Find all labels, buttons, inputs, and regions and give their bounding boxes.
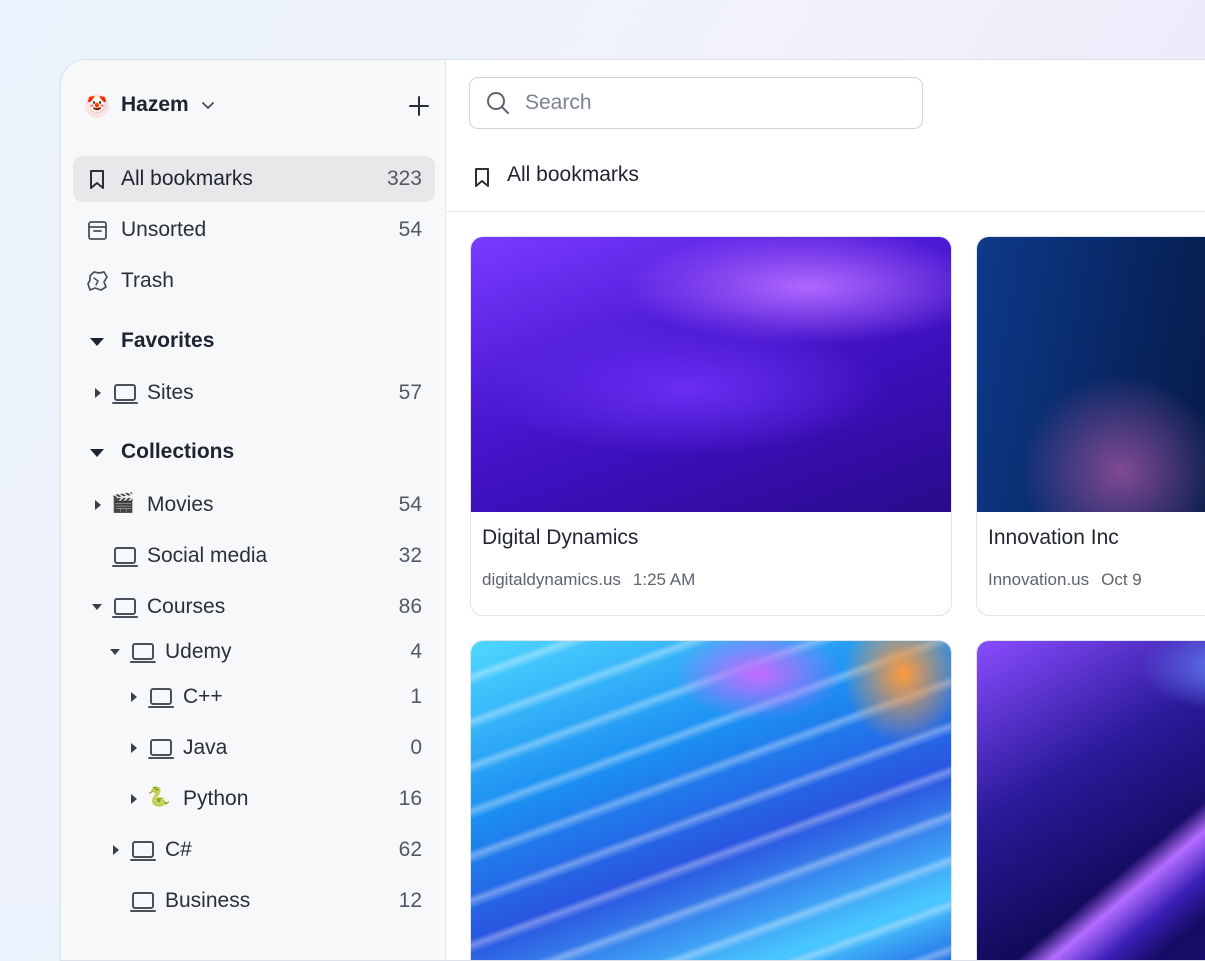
snake-icon: 🐍 (147, 787, 171, 808)
folder-icon (130, 643, 156, 663)
sidebar-item-label: C# (165, 838, 192, 861)
folder-icon (112, 547, 138, 567)
caret-down-icon (90, 338, 104, 346)
bookmark-card[interactable] (976, 640, 1205, 960)
caret-right-icon (113, 845, 119, 855)
caret-down-icon (110, 649, 120, 655)
caret-right-icon (131, 794, 137, 804)
section-title: Collections (121, 440, 235, 463)
main-content: Search All bookmarks Digital Dynamics di… (446, 60, 1205, 960)
card-thumbnail (471, 237, 951, 512)
search-field[interactable]: Search (469, 77, 923, 129)
add-icon[interactable] (409, 96, 429, 116)
sidebar-item-count: 1 (410, 685, 422, 708)
card-title: Innovation Inc (988, 526, 1119, 549)
chevron-down-icon (202, 102, 214, 109)
search-input[interactable]: Search (525, 91, 592, 115)
card-time: Oct 9 (1101, 570, 1142, 589)
bookmark-card[interactable]: Innovation Inc Innovation.us Oct 9 (976, 236, 1205, 616)
sidebar-item-courses[interactable]: Courses 86 (73, 584, 435, 630)
sidebar-item-count: 12 (398, 889, 422, 912)
sidebar-item-trash[interactable]: Trash (73, 258, 435, 304)
card-thumbnail (977, 237, 1205, 512)
sidebar-item-count: 323 (386, 167, 422, 190)
favorites-section-header[interactable]: Favorites (85, 326, 285, 356)
caret-down-icon (90, 449, 104, 457)
search-icon (487, 92, 509, 114)
clapperboard-icon: 🎬 (111, 493, 135, 514)
sidebar-item-label: Python (183, 787, 249, 810)
bookmark-card[interactable] (470, 640, 952, 960)
sidebar-item-count: 86 (398, 595, 422, 618)
sidebar-item-label: Business (165, 889, 251, 912)
sidebar: 🤡 Hazem All bookmarks 323 Unsorted 54 Tr… (61, 60, 446, 960)
caret-right-icon (131, 692, 137, 702)
sidebar-item-udemy[interactable]: Udemy 4 (73, 629, 435, 675)
sidebar-item-label: Courses (147, 595, 226, 618)
folder-icon (130, 892, 156, 912)
caret-right-icon (95, 388, 101, 398)
folder-icon (112, 384, 138, 404)
divider (446, 211, 1205, 212)
sidebar-item-java[interactable]: Java 0 (73, 725, 435, 771)
caret-down-icon (92, 604, 102, 610)
bookmark-icon (90, 170, 104, 189)
folder-icon (148, 739, 174, 759)
sidebar-item-label: Java (183, 736, 228, 759)
caret-right-icon (95, 500, 101, 510)
bookmark-icon (475, 168, 489, 187)
card-time: 1:25 AM (632, 570, 696, 589)
sidebar-item-label: Movies (147, 493, 214, 516)
avatar: 🤡 (85, 94, 109, 118)
folder-icon (130, 841, 156, 861)
folder-icon (148, 688, 174, 708)
card-meta: digitaldynamics.us 1:25 AM (482, 570, 695, 590)
page-title: All bookmarks (507, 163, 639, 186)
workspace-name: Hazem (121, 93, 189, 116)
sidebar-item-all-bookmarks[interactable]: All bookmarks 323 (73, 156, 435, 202)
caret-right-icon (131, 743, 137, 753)
sidebar-item-count: 4 (410, 640, 422, 663)
app-window: 🤡 Hazem All bookmarks 323 Unsorted 54 Tr… (60, 59, 1205, 961)
sidebar-item-business[interactable]: Business 12 (73, 878, 435, 924)
card-domain: Innovation.us (988, 570, 1090, 589)
card-domain: digitaldynamics.us (482, 570, 621, 589)
sidebar-item-label: Trash (121, 269, 174, 292)
sidebar-item-count: 57 (398, 381, 422, 404)
sidebar-item-count: 16 (398, 787, 422, 810)
sidebar-item-count: 0 (410, 736, 422, 759)
card-thumbnail (471, 641, 951, 960)
sidebar-item-count: 32 (398, 544, 422, 567)
bookmark-card[interactable]: Digital Dynamics digitaldynamics.us 1:25 … (470, 236, 952, 616)
card-title: Digital Dynamics (482, 526, 639, 549)
sidebar-item-movies[interactable]: 🎬 Movies 54 (73, 482, 435, 528)
inbox-icon (88, 221, 107, 240)
sidebar-item-label: Udemy (165, 640, 232, 663)
sidebar-item-social-media[interactable]: Social media 32 (73, 533, 435, 579)
sidebar-item-cpp[interactable]: C++ 1 (73, 674, 435, 720)
sidebar-item-label: Social media (147, 544, 268, 567)
sidebar-item-sites[interactable]: Sites 57 (73, 370, 435, 416)
sidebar-item-label: Unsorted (121, 218, 207, 241)
sidebar-item-count: 54 (398, 218, 422, 241)
sidebar-item-unsorted[interactable]: Unsorted 54 (73, 207, 435, 253)
sidebar-item-label: Sites (147, 381, 194, 404)
sidebar-item-count: 62 (398, 838, 422, 861)
card-meta: Innovation.us Oct 9 (988, 570, 1142, 590)
sidebar-item-label: All bookmarks (121, 167, 253, 190)
sidebar-item-label: C++ (183, 685, 223, 708)
trash-icon (87, 271, 108, 291)
section-title: Favorites (121, 329, 215, 352)
collections-section-header[interactable]: Collections (85, 437, 285, 467)
sidebar-item-python[interactable]: 🐍 Python 16 (73, 776, 435, 822)
sidebar-item-count: 54 (398, 493, 422, 516)
folder-icon (112, 598, 138, 618)
card-thumbnail (977, 641, 1205, 960)
sidebar-item-csharp[interactable]: C# 62 (73, 827, 435, 873)
workspace-switcher[interactable]: 🤡 Hazem (85, 90, 225, 122)
